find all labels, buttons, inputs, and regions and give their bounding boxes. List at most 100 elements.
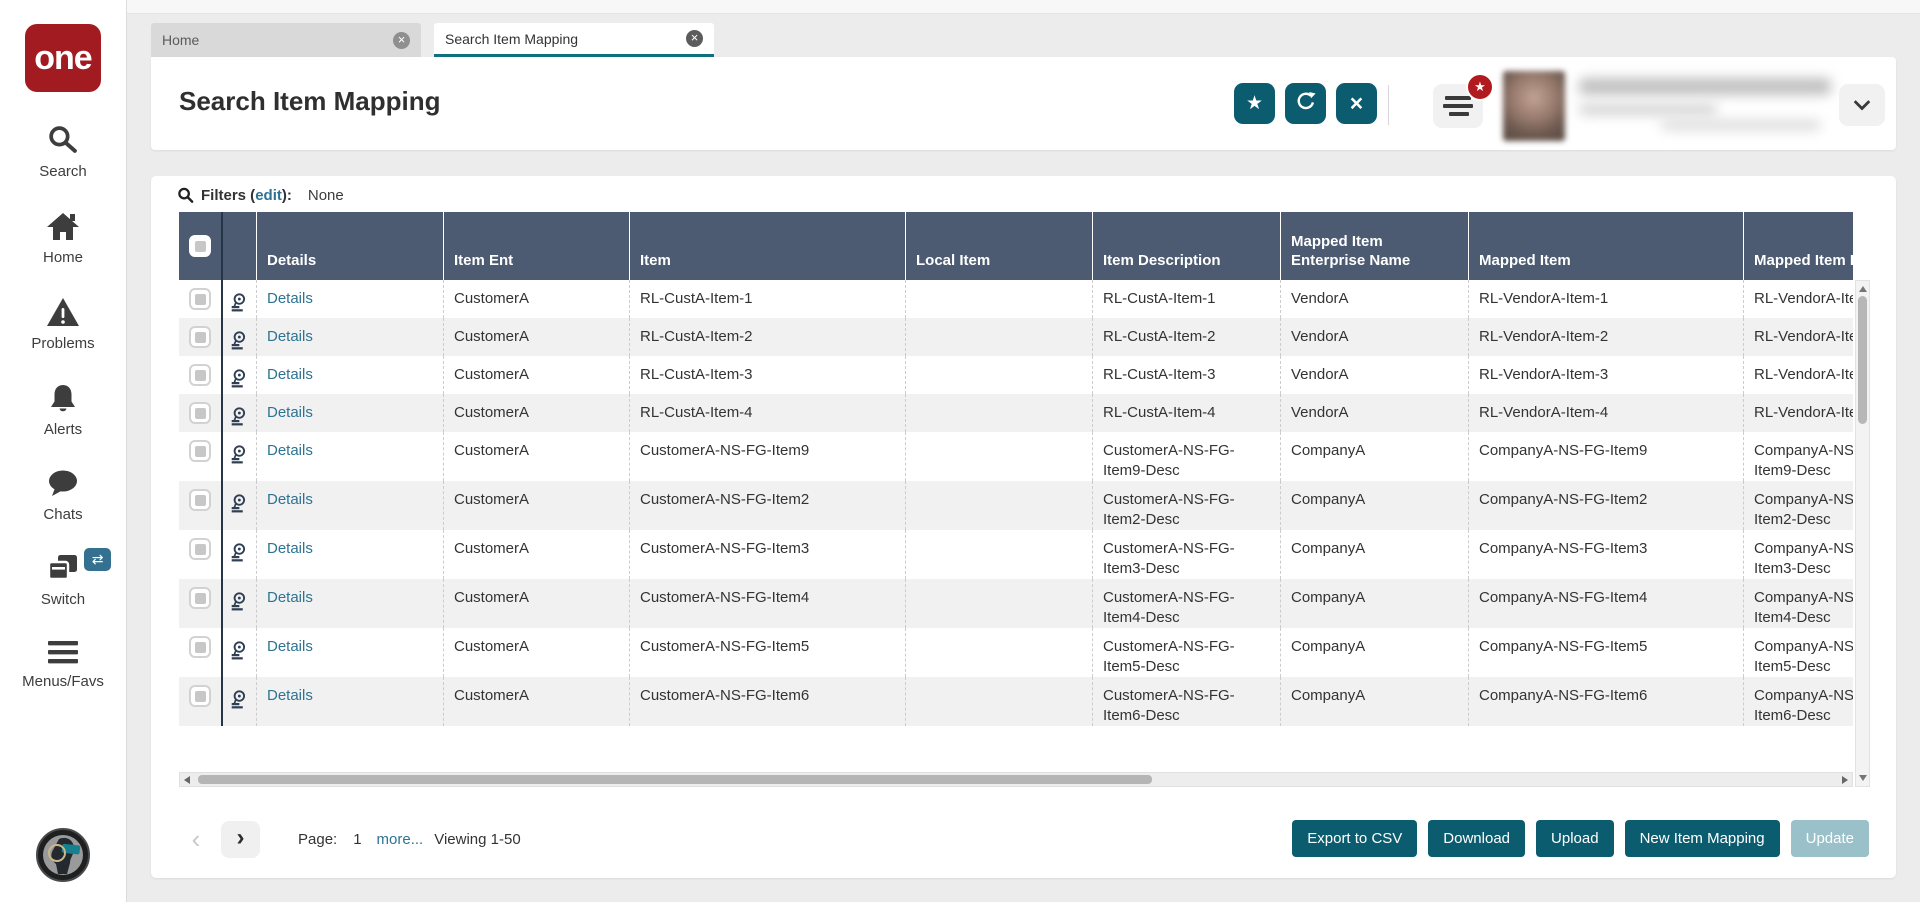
table-row: Details CustomerA CustomerA-NS-FG-Item4 … — [179, 579, 1853, 628]
row-checkbox[interactable] — [189, 364, 211, 386]
previous-page-button[interactable]: ‹ — [179, 824, 213, 855]
tab-home[interactable]: Home × — [151, 23, 421, 57]
item-ent-cell: CustomerA — [444, 579, 630, 628]
close-screen-button[interactable]: × — [1336, 83, 1377, 124]
export-to-csv-button[interactable]: Export to CSV — [1292, 820, 1418, 857]
neo-assistant-avatar[interactable] — [35, 827, 91, 888]
column-header-item[interactable]: Item — [630, 212, 906, 280]
menu-bar — [1449, 112, 1469, 116]
item-description-cell: CustomerA-NS-FG-Item6-Desc — [1093, 677, 1281, 726]
one-logo[interactable]: one — [25, 24, 101, 92]
more-pages-link[interactable]: more... — [377, 831, 424, 848]
scroll-left-arrow-icon[interactable] — [184, 776, 190, 784]
row-icon-cell — [223, 432, 257, 481]
column-header-mapped-item[interactable]: Mapped Item — [1469, 212, 1744, 280]
table-row: Details CustomerA CustomerA-NS-FG-Item9 … — [179, 432, 1853, 481]
vertical-scrollbar-thumb[interactable] — [1858, 296, 1867, 424]
scroll-down-arrow-icon[interactable] — [1859, 775, 1867, 781]
local-item-cell — [906, 318, 1093, 356]
column-header-mapped-item-desc[interactable]: Mapped Item Desc — [1744, 212, 1853, 280]
local-item-cell — [906, 677, 1093, 726]
user-menu-button[interactable]: ★ — [1433, 73, 1494, 128]
sidebar-item-switch[interactable]: ⇄ Switch — [40, 548, 112, 608]
user-avatar[interactable] — [1503, 71, 1565, 141]
favorite-button[interactable]: ★ — [1234, 83, 1275, 124]
user-dropdown-button[interactable] — [1839, 84, 1885, 126]
column-header-local-item[interactable]: Local Item — [906, 212, 1093, 280]
sidebar-item-label: Switch — [40, 591, 86, 608]
scroll-right-arrow-icon[interactable] — [1842, 776, 1848, 784]
item-description-cell: RL-CustA-Item-2 — [1093, 318, 1281, 356]
table-row: Details CustomerA CustomerA-NS-FG-Item2 … — [179, 481, 1853, 530]
sidebar-item-label: Chats — [43, 506, 83, 523]
item-pin-icon — [230, 407, 247, 430]
sidebar-item-home[interactable]: Home — [43, 211, 83, 266]
details-link[interactable]: Details — [267, 290, 313, 307]
local-item-cell — [906, 432, 1093, 481]
details-link[interactable]: Details — [267, 442, 313, 459]
scroll-up-arrow-icon[interactable] — [1859, 286, 1867, 292]
user-org-redacted — [1661, 120, 1821, 130]
row-checkbox[interactable] — [189, 685, 211, 707]
upload-button[interactable]: Upload — [1536, 820, 1614, 857]
column-header-mapped-item-enterprise-name[interactable]: Mapped Item Enterprise Name — [1281, 212, 1469, 280]
mapped-item-enterprise-cell: VendorA — [1281, 394, 1469, 432]
row-checkbox[interactable] — [189, 489, 211, 511]
mapped-item-desc-cell: CompanyA-NS-FG-Item9-Desc — [1754, 442, 1853, 479]
filters-row: Filters (edit): None — [177, 187, 344, 204]
tab-close-icon[interactable]: × — [686, 30, 703, 47]
row-checkbox[interactable] — [189, 326, 211, 348]
row-checkbox[interactable] — [189, 440, 211, 462]
sidebar-item-chats[interactable]: Chats — [43, 469, 83, 523]
details-link[interactable]: Details — [267, 366, 313, 383]
main-area: Home × Search Item Mapping × Search Item… — [127, 0, 1920, 902]
horizontal-scrollbar[interactable] — [179, 772, 1853, 787]
column-header-details[interactable]: Details — [257, 212, 444, 280]
details-link[interactable]: Details — [267, 589, 313, 606]
row-checkbox[interactable] — [189, 538, 211, 560]
row-checkbox-cell — [179, 356, 223, 394]
row-checkbox[interactable] — [189, 288, 211, 310]
content-panel: Filters (edit): None Details Item Ent It… — [151, 176, 1896, 878]
column-header-item-description[interactable]: Item Description — [1093, 212, 1281, 280]
select-all-checkbox[interactable] — [189, 235, 211, 257]
row-checkbox[interactable] — [189, 587, 211, 609]
table-row: Details CustomerA RL-CustA-Item-3 RL-Cus… — [179, 356, 1853, 394]
row-icon-cell — [223, 628, 257, 677]
details-link[interactable]: Details — [267, 540, 313, 557]
details-link[interactable]: Details — [267, 687, 313, 704]
download-button[interactable]: Download — [1428, 820, 1526, 857]
item-cell: RL-CustA-Item-2 — [630, 318, 906, 356]
sidebar-item-menus-favs[interactable]: Menus/Favs — [22, 639, 104, 690]
column-header-item-ent[interactable]: Item Ent — [444, 212, 630, 280]
tab-search-item-mapping[interactable]: Search Item Mapping × — [434, 23, 714, 57]
details-link[interactable]: Details — [267, 404, 313, 421]
row-checkbox[interactable] — [189, 636, 211, 658]
sidebar-item-alerts[interactable]: Alerts — [44, 383, 82, 438]
refresh-button[interactable] — [1285, 83, 1326, 124]
sidebar-item-search[interactable]: Search — [39, 124, 87, 180]
filters-value: None — [307, 187, 344, 204]
filters-edit-link[interactable]: edit — [255, 187, 282, 204]
alerts-icon — [48, 383, 78, 418]
row-checkbox[interactable] — [189, 402, 211, 424]
vertical-scrollbar[interactable] — [1855, 280, 1870, 787]
mapped-item-cell: RL-VendorA-Item-2 — [1469, 318, 1744, 356]
sidebar-item-label: Search — [39, 163, 87, 180]
item-ent-cell: CustomerA — [444, 530, 630, 579]
new-item-mapping-button[interactable]: New Item Mapping — [1624, 820, 1780, 857]
next-page-button[interactable]: › — [221, 820, 260, 858]
horizontal-scrollbar-thumb[interactable] — [198, 775, 1152, 784]
details-link[interactable]: Details — [267, 491, 313, 508]
sidebar-item-problems[interactable]: Problems — [31, 297, 95, 352]
details-link[interactable]: Details — [267, 328, 313, 345]
filters-search-icon — [177, 187, 194, 204]
mapped-item-cell: CompanyA-NS-FG-Item6 — [1469, 677, 1744, 726]
switch-arrows-badge[interactable]: ⇄ — [84, 548, 112, 571]
details-link[interactable]: Details — [267, 638, 313, 655]
mapped-item-cell: CompanyA-NS-FG-Item9 — [1469, 432, 1744, 481]
tab-close-icon[interactable]: × — [393, 31, 410, 49]
item-cell: CustomerA-NS-FG-Item3 — [630, 530, 906, 579]
update-button[interactable]: Update — [1790, 820, 1869, 857]
item-ent-cell: CustomerA — [444, 481, 630, 530]
